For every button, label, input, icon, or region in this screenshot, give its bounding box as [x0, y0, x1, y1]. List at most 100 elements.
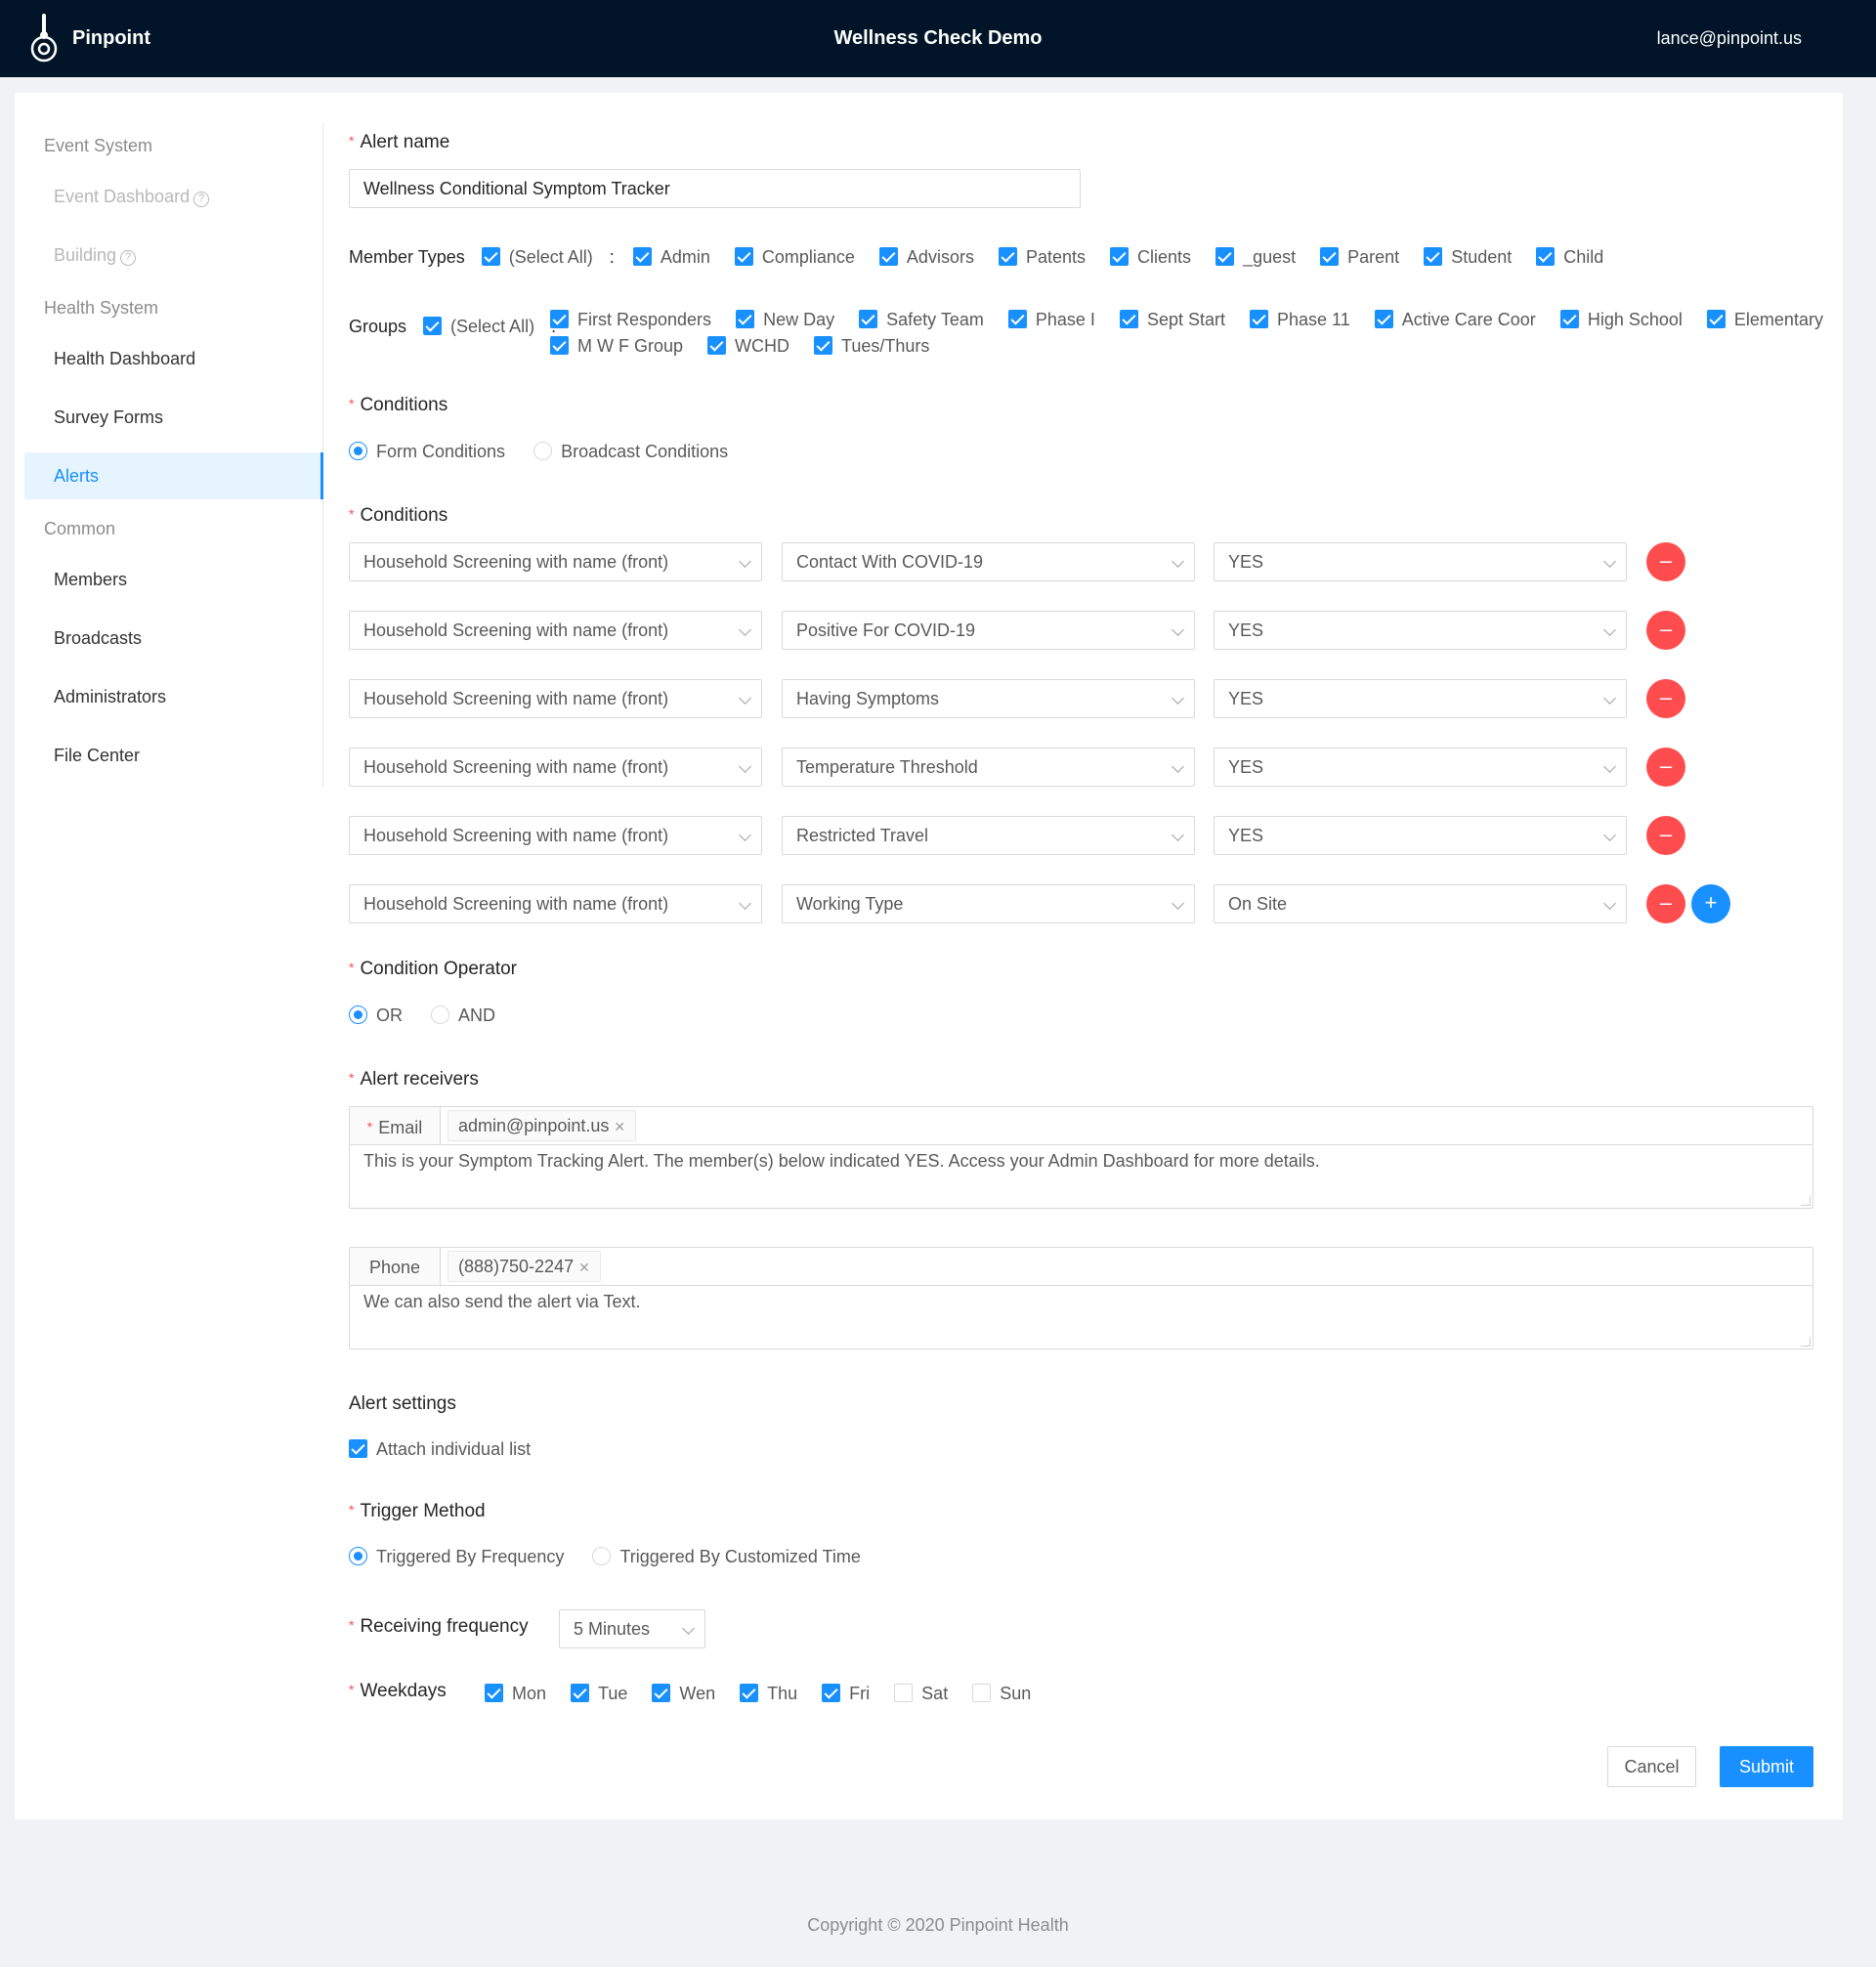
condition-form-select[interactable]: Household Screening with name (front)	[349, 611, 762, 650]
condition-answer-select[interactable]: YES	[1214, 542, 1627, 581]
group-first-responders[interactable]: First Responders	[550, 310, 711, 330]
attach-individual-list-checkbox[interactable]: Attach individual list	[349, 1439, 531, 1460]
member-type-patents[interactable]: Patents	[998, 247, 1086, 268]
member-type-advisors[interactable]: Advisors	[878, 247, 974, 268]
checkbox-icon	[736, 310, 755, 328]
alert-receivers-label: * Alert receivers	[349, 1069, 479, 1090]
member-type-compliance[interactable]: Compliance	[734, 247, 855, 268]
condition-form-select[interactable]: Household Screening with name (front)	[349, 679, 762, 718]
weekday-mon-checkbox[interactable]: Mon	[485, 1684, 546, 1704]
member-type-clients[interactable]: Clients	[1110, 247, 1191, 268]
phone-message-textarea[interactable]: We can also send the alert via Text.	[349, 1285, 1813, 1349]
condition-form-select[interactable]: Household Screening with name (front)	[349, 542, 762, 581]
trigger-method-radio-group: Triggered By Frequency Triggered By Cust…	[349, 1547, 880, 1567]
radio-icon	[349, 1547, 367, 1565]
condition-question-select[interactable]: Restricted Travel	[782, 816, 1195, 855]
checkbox-icon	[1215, 247, 1235, 266]
radio-form-conditions[interactable]: Form Conditions	[349, 442, 505, 462]
trigger-method-label: * Trigger Method	[349, 1501, 486, 1521]
email-receivers-input[interactable]: * Email admin@pinpoint.us ✕	[349, 1106, 1813, 1146]
member-type-student[interactable]: Student	[1424, 247, 1512, 268]
resize-handle-icon[interactable]	[1801, 1337, 1811, 1347]
member-types-row: Member Types (Select All) : Admin Compli…	[349, 247, 1604, 268]
condition-answer-select[interactable]: YES	[1214, 816, 1627, 855]
alert-name-label: * Alert name	[349, 132, 450, 152]
group-wchd[interactable]: WCHD	[707, 336, 789, 357]
member-type-parent[interactable]: Parent	[1320, 247, 1399, 268]
group-phase-i[interactable]: Phase I	[1007, 310, 1095, 330]
condition-question-select[interactable]: Temperature Threshold	[782, 748, 1195, 787]
radio-triggered-by-customized-time[interactable]: Triggered By Customized Time	[592, 1547, 861, 1567]
group-mwf-group[interactable]: M W F Group	[550, 336, 683, 357]
group-select-all[interactable]: (Select All)	[423, 317, 534, 337]
cancel-button[interactable]: Cancel	[1607, 1746, 1696, 1787]
member-type-guest[interactable]: _guest	[1215, 247, 1296, 268]
receiving-frequency-select[interactable]: 5 Minutes	[559, 1609, 705, 1648]
condition-question-select[interactable]: Working Type	[782, 884, 1195, 923]
weekday-sun-checkbox[interactable]: Sun	[972, 1684, 1031, 1704]
checkbox-icon	[707, 336, 727, 355]
resize-handle-icon[interactable]	[1801, 1196, 1811, 1206]
weekdays-label: * Weekdays	[349, 1681, 447, 1701]
checkbox-icon	[740, 1684, 759, 1702]
condition-form-select[interactable]: Household Screening with name (front)	[349, 748, 762, 787]
checkbox-icon	[481, 247, 500, 266]
user-email[interactable]: lance@pinpoint.us	[1657, 28, 1802, 49]
group-tues-thurs[interactable]: Tues/Thurs	[814, 336, 929, 357]
condition-question-select[interactable]: Contact With COVID-19	[782, 542, 1195, 581]
radio-broadcast-conditions[interactable]: Broadcast Conditions	[533, 442, 728, 462]
group-elementary[interactable]: Elementary	[1706, 310, 1823, 330]
radio-icon	[533, 442, 553, 460]
app-title: Wellness Check Demo	[833, 27, 1043, 49]
checkbox-icon	[1320, 247, 1340, 266]
condition-form-select[interactable]: Household Screening with name (front)	[349, 884, 762, 923]
group-safety-team[interactable]: Safety Team	[859, 310, 984, 330]
conditions-type-label: * Conditions	[349, 395, 448, 415]
submit-button[interactable]: Submit	[1720, 1746, 1813, 1787]
remove-condition-button[interactable]: –	[1646, 816, 1685, 855]
radio-triggered-by-frequency[interactable]: Triggered By Frequency	[349, 1547, 564, 1567]
condition-answer-select[interactable]: YES	[1214, 611, 1627, 650]
weekday-fri-checkbox[interactable]: Fri	[822, 1684, 870, 1704]
condition-question-select[interactable]: Having Symptoms	[782, 679, 1195, 718]
group-phase-11[interactable]: Phase 11	[1250, 310, 1350, 330]
group-active-care-coor[interactable]: Active Care Coor	[1374, 310, 1536, 330]
group-sept-start[interactable]: Sept Start	[1119, 310, 1225, 330]
condition-answer-select[interactable]: YES	[1214, 748, 1627, 787]
chevron-down-icon	[1172, 623, 1184, 636]
radio-and[interactable]: AND	[431, 1005, 495, 1026]
phone-receivers-input[interactable]: Phone (888)750-2247 ✕	[349, 1247, 1813, 1287]
add-condition-button[interactable]: +	[1691, 884, 1730, 923]
remove-condition-button[interactable]: –	[1646, 884, 1685, 923]
checkbox-icon	[859, 310, 878, 328]
remove-condition-button[interactable]: –	[1646, 542, 1685, 581]
weekday-tue-checkbox[interactable]: Tue	[571, 1684, 627, 1704]
alert-name-input[interactable]: Wellness Conditional Symptom Tracker	[349, 169, 1081, 208]
close-icon[interactable]: ✕	[614, 1119, 625, 1134]
remove-condition-button[interactable]: –	[1646, 679, 1685, 718]
condition-form-select[interactable]: Household Screening with name (front)	[349, 816, 762, 855]
conditions-type-radio-group: Form Conditions Broadcast Conditions	[349, 442, 747, 462]
remove-condition-button[interactable]: –	[1646, 748, 1685, 787]
checkbox-icon	[1706, 310, 1726, 328]
groups-row-1: First Responders New Day Safety Team Pha…	[550, 310, 1843, 330]
weekday-wen-checkbox[interactable]: Wen	[652, 1684, 715, 1704]
weekday-thu-checkbox[interactable]: Thu	[740, 1684, 797, 1704]
radio-or[interactable]: OR	[349, 1005, 403, 1026]
weekday-sat-checkbox[interactable]: Sat	[894, 1684, 948, 1704]
condition-question-select[interactable]: Positive For COVID-19	[782, 611, 1195, 650]
group-new-day[interactable]: New Day	[736, 310, 834, 330]
email-message-textarea[interactable]: This is your Symptom Tracking Alert. The…	[349, 1144, 1813, 1209]
condition-answer-select[interactable]: On Site	[1214, 884, 1627, 923]
member-type-child[interactable]: Child	[1536, 247, 1603, 268]
groups-label-row: Groups (Select All) :	[349, 317, 576, 337]
condition-answer-select[interactable]: YES	[1214, 679, 1627, 718]
radio-icon	[592, 1547, 612, 1565]
close-icon[interactable]: ✕	[578, 1260, 590, 1275]
remove-condition-button[interactable]: –	[1646, 611, 1685, 650]
member-type-select-all[interactable]: (Select All)	[481, 247, 593, 268]
member-type-admin[interactable]: Admin	[632, 247, 710, 268]
chevron-down-icon	[1172, 829, 1184, 841]
group-high-school[interactable]: High School	[1559, 310, 1683, 330]
alert-settings-label: Alert settings	[349, 1393, 456, 1414]
